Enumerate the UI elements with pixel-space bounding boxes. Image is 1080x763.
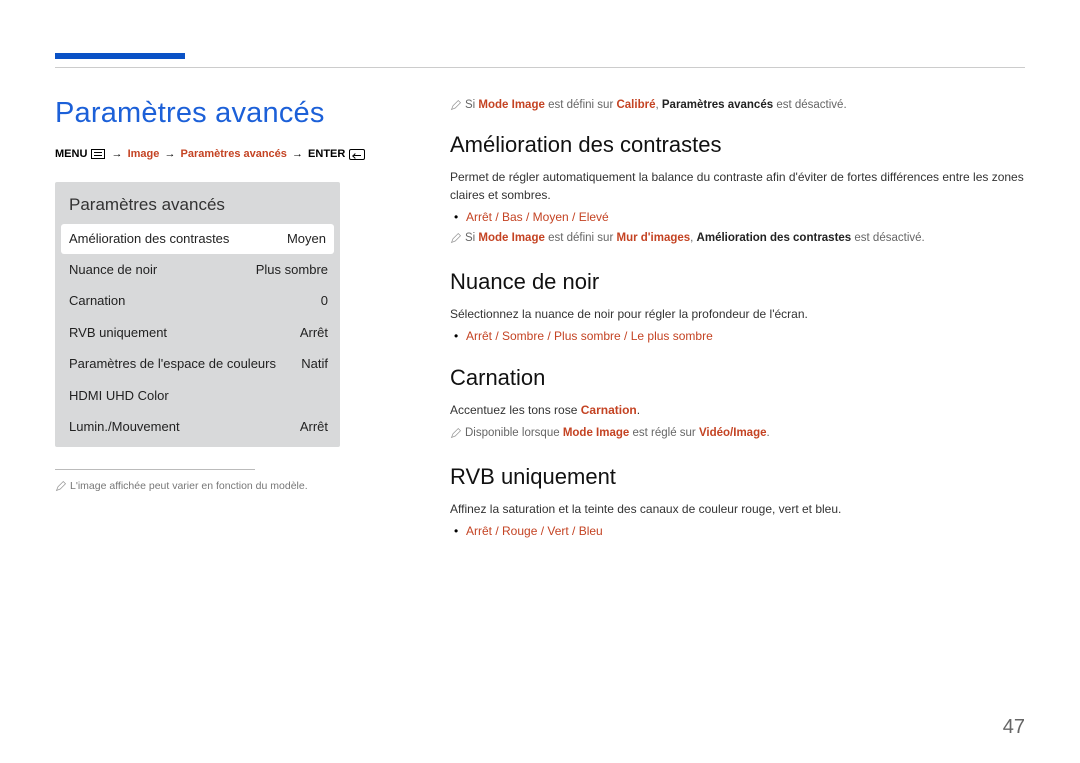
footnote-rule	[55, 469, 255, 470]
pen-icon	[450, 427, 462, 439]
row-label: Lumin./Mouvement	[69, 418, 180, 436]
section-rvb: RVB uniquement Affinez la saturation et …	[450, 464, 1025, 538]
row-value: 0	[321, 292, 328, 310]
breadcrumb-settings: Paramètres avancés	[181, 148, 287, 160]
row-label: Amélioration des contrastes	[69, 230, 229, 248]
enter-icon	[349, 149, 365, 160]
section-title: Amélioration des contrastes	[450, 132, 1025, 158]
section-carnation: Carnation Accentuez les tons rose Carnat…	[450, 365, 1025, 442]
row-value: Moyen	[287, 230, 326, 248]
section-title: Carnation	[450, 365, 1025, 391]
row-value: Arrêt	[300, 418, 328, 436]
panel-row[interactable]: Lumin./Mouvement Arrêt	[55, 411, 340, 443]
panel-title: Paramètres avancés	[55, 182, 340, 224]
section-title: RVB uniquement	[450, 464, 1025, 490]
breadcrumb-image: Image	[128, 148, 160, 160]
section-desc: Permet de régler automatiquement la bala…	[450, 168, 1025, 204]
panel-row[interactable]: HDMI UHD Color	[55, 380, 340, 412]
row-value: Natif	[301, 355, 328, 373]
breadcrumb-menu: MENU	[55, 148, 87, 160]
section-desc: Accentuez les tons rose Carnation.	[450, 401, 1025, 419]
section-noir: Nuance de noir Sélectionnez la nuance de…	[450, 269, 1025, 343]
breadcrumb: MENU → Image → Paramètres avancés → ENTE…	[55, 148, 390, 160]
breadcrumb-sep: →	[112, 148, 123, 160]
pen-icon	[450, 232, 462, 244]
row-label: Carnation	[69, 292, 125, 310]
row-label: HDMI UHD Color	[69, 387, 169, 405]
row-label: RVB uniquement	[69, 324, 167, 342]
right-column: Si Mode Image est défini sur Calibré, Pa…	[450, 97, 1025, 556]
panel-row[interactable]: Nuance de noir Plus sombre	[55, 254, 340, 286]
row-label: Paramètres de l'espace de couleurs	[69, 355, 276, 373]
accent-bar	[55, 53, 185, 59]
section-title: Nuance de noir	[450, 269, 1025, 295]
panel-row[interactable]: Amélioration des contrastes Moyen	[61, 224, 334, 254]
panel-row[interactable]: Carnation 0	[55, 285, 340, 317]
options-list: Arrêt / Rouge / Vert / Bleu	[466, 524, 1025, 538]
left-column: Paramètres avancés MENU → Image → Paramè…	[55, 97, 390, 492]
breadcrumb-enter: ENTER	[308, 148, 345, 160]
footnote-text: L'image affichée peut varier en fonction…	[70, 480, 308, 492]
row-label: Nuance de noir	[69, 261, 157, 279]
row-value: Plus sombre	[256, 261, 328, 279]
top-note: Si Mode Image est défini sur Calibré, Pa…	[450, 97, 1025, 114]
section-note: Si Mode Image est défini sur Mur d'image…	[450, 230, 1025, 247]
section-desc: Sélectionnez la nuance de noir pour régl…	[450, 305, 1025, 323]
page-number: 47	[1003, 716, 1025, 739]
options-list: Arrêt / Bas / Moyen / Elevé	[466, 210, 1025, 224]
breadcrumb-sep: →	[292, 148, 303, 160]
pen-icon	[55, 480, 67, 492]
breadcrumb-sep: →	[164, 148, 175, 160]
pen-icon	[450, 99, 462, 111]
row-value: Arrêt	[300, 324, 328, 342]
section-desc: Affinez la saturation et la teinte des c…	[450, 500, 1025, 518]
section-contrast: Amélioration des contrastes Permet de ré…	[450, 132, 1025, 247]
footnote: L'image affichée peut varier en fonction…	[55, 480, 390, 492]
menu-icon	[91, 149, 105, 159]
page-title: Paramètres avancés	[55, 97, 390, 130]
options-list: Arrêt / Sombre / Plus sombre / Le plus s…	[466, 329, 1025, 343]
panel-row[interactable]: Paramètres de l'espace de couleurs Natif	[55, 348, 340, 380]
top-rule	[55, 67, 1025, 68]
settings-panel: Paramètres avancés Amélioration des cont…	[55, 182, 340, 447]
section-note: Disponible lorsque Mode Image est réglé …	[450, 425, 1025, 442]
panel-row[interactable]: RVB uniquement Arrêt	[55, 317, 340, 349]
